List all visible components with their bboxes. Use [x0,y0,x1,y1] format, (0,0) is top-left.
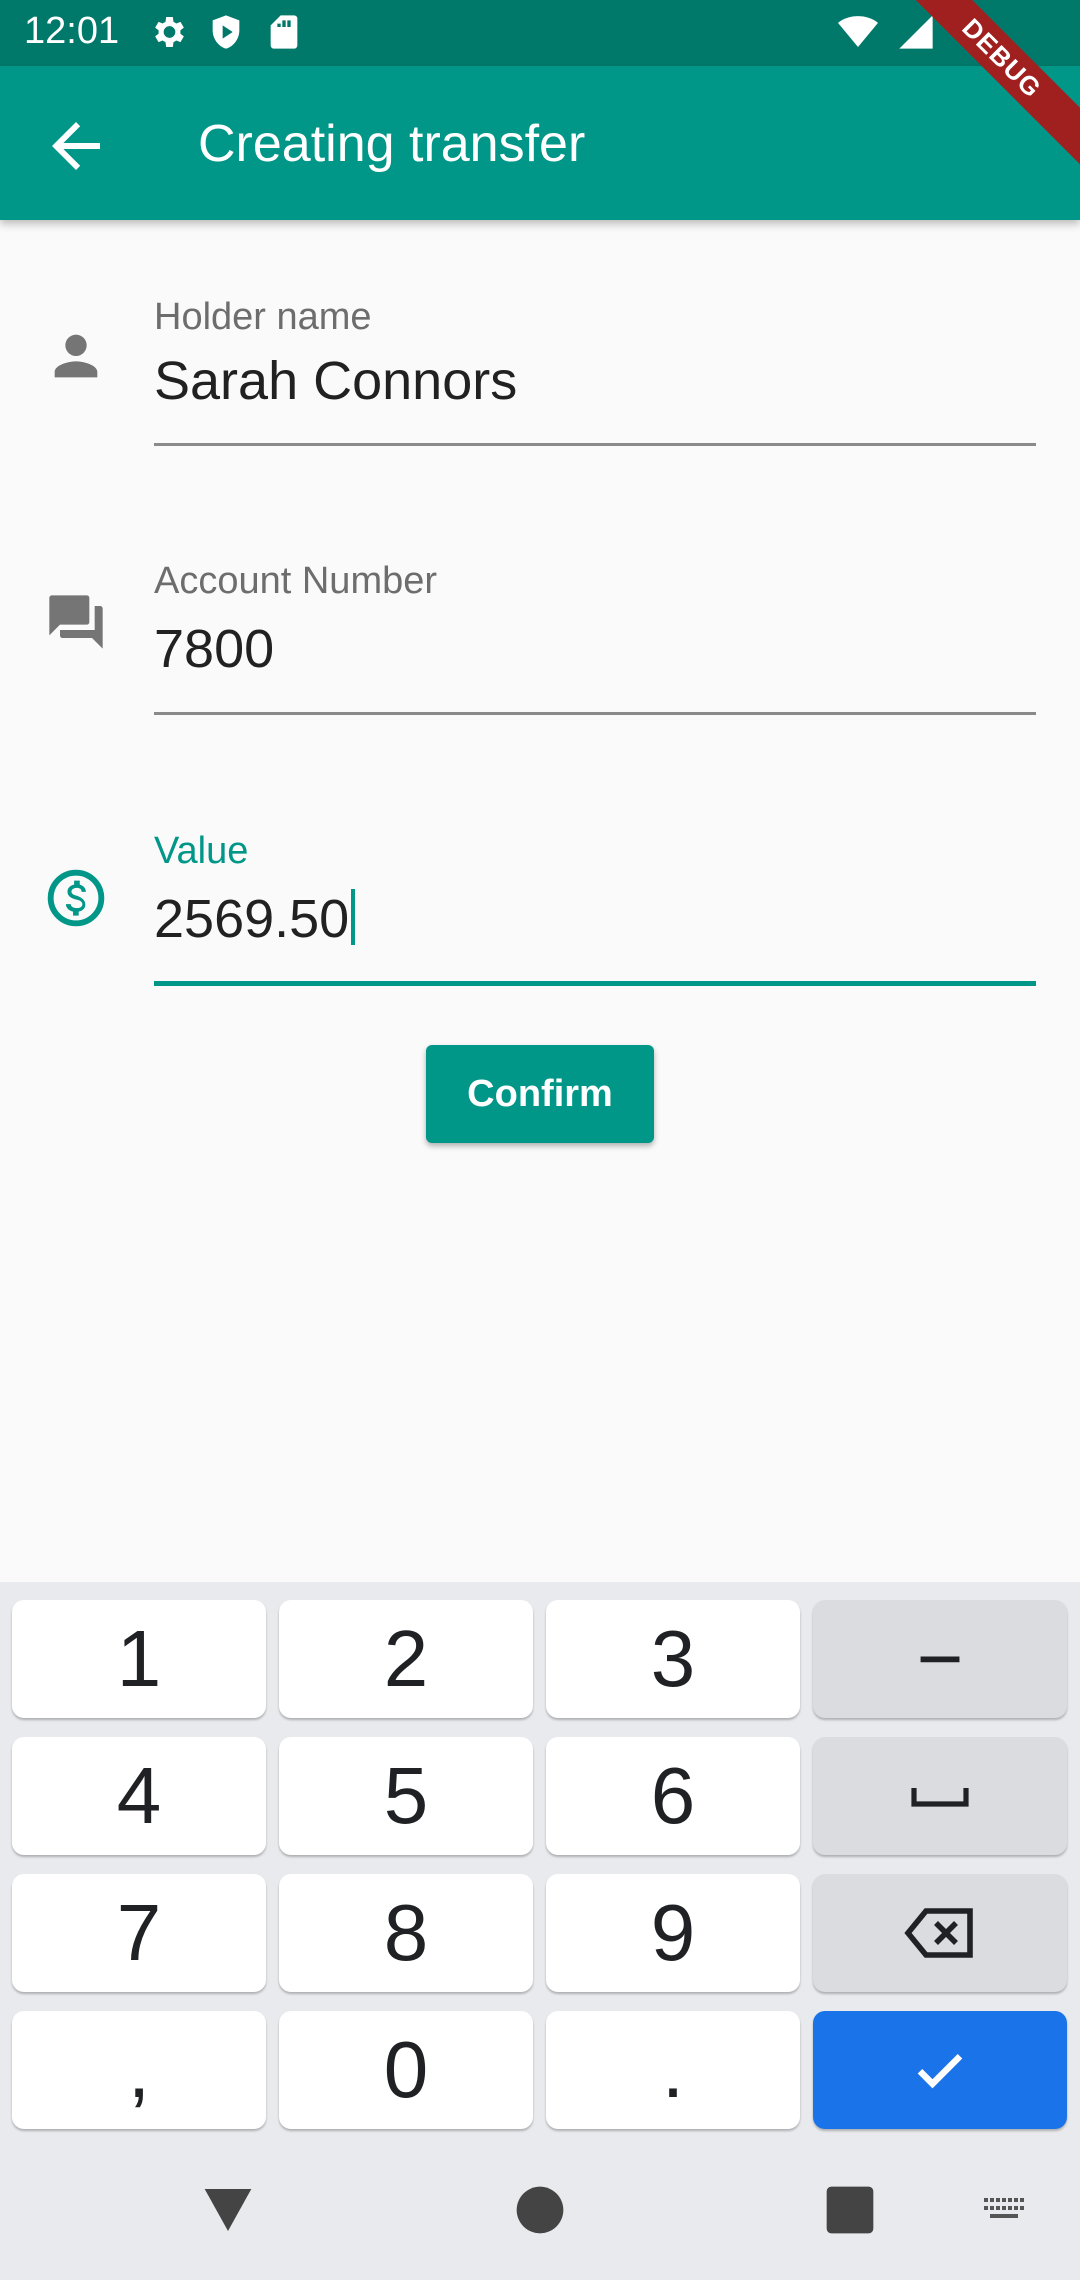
navigation-bar [0,2138,1080,2280]
account-number-label: Account Number [154,560,438,602]
space-bar-icon [911,1788,969,1807]
status-time: 12:01 [24,10,120,52]
holder-name-input[interactable]: Sarah Connors [154,350,517,412]
keyboard-switch-icon[interactable] [980,2186,1028,2234]
settings-icon [155,17,184,47]
value-underline [154,981,1036,986]
nav-recents-icon[interactable] [822,2182,878,2238]
key-enter[interactable] [813,2011,1067,2129]
app-bar: Creating transfer [0,66,1080,220]
nav-back-icon[interactable] [200,2182,256,2238]
key-minus[interactable]: − [813,1600,1067,1718]
backspace-icon [904,1908,973,1958]
holder-name-field[interactable]: Holder name Sarah Connors [0,290,1080,490]
text-cursor [351,889,356,945]
dollar-circle-icon [47,869,105,927]
status-bar: 12:01 [0,0,1080,66]
numeric-keyboard: 1 2 3 − 4 5 6 7 8 9 , 0 . [0,1582,1080,2138]
value-input[interactable]: 2569.50 [154,888,356,950]
wifi-icon [838,16,878,47]
key-6[interactable]: 6 [546,1737,800,1855]
holder-name-label: Holder name [154,296,372,338]
confirm-button[interactable]: Confirm [426,1045,654,1143]
key-backspace[interactable] [813,1874,1067,1992]
key-comma[interactable]: , [12,2011,266,2129]
forum-icon [49,595,103,649]
value-input-text: 2569.50 [154,889,350,949]
cell-signal-icon [899,15,933,49]
person-icon [54,334,98,378]
holder-name-underline [154,443,1036,446]
nav-home-icon[interactable] [512,2182,568,2238]
account-number-underline [154,712,1036,715]
key-9[interactable]: 9 [546,1874,800,1992]
key-dot[interactable]: . [546,2011,800,2129]
page-title: Creating transfer [198,115,586,173]
shield-play-icon [212,15,240,49]
value-field[interactable]: Value 2569.50 [0,830,1080,1030]
key-0[interactable]: 0 [279,2011,533,2129]
arrow-back-icon[interactable] [40,110,112,182]
key-8[interactable]: 8 [279,1874,533,1992]
account-number-field[interactable]: Account Number 7800 [0,560,1080,760]
value-label: Value [154,830,249,872]
key-2[interactable]: 2 [279,1600,533,1718]
key-5[interactable]: 5 [279,1737,533,1855]
key-4[interactable]: 4 [12,1737,266,1855]
key-3[interactable]: 3 [546,1600,800,1718]
sd-card-icon [270,15,298,49]
account-number-input[interactable]: 7800 [154,618,274,680]
key-space[interactable] [813,1737,1067,1855]
check-icon [917,2053,963,2089]
key-7[interactable]: 7 [12,1874,266,1992]
key-1[interactable]: 1 [12,1600,266,1718]
